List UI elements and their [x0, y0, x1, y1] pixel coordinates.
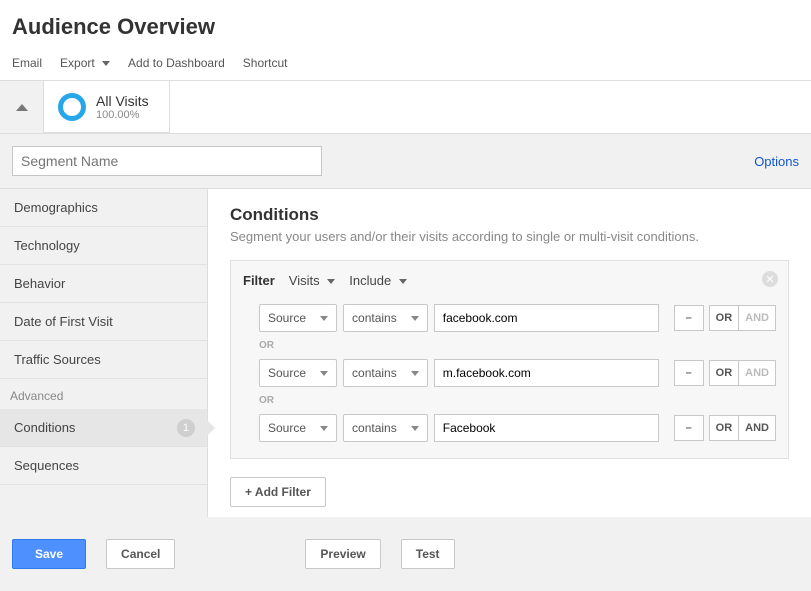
- operator-select[interactable]: contains: [343, 414, 428, 442]
- condition-ops: –ORAND: [674, 415, 776, 441]
- or-separator: OR: [243, 391, 776, 410]
- filter-mode-select[interactable]: Include: [349, 273, 407, 288]
- condition-row: Source contains –ORAND: [243, 410, 776, 446]
- caret-down-icon: [327, 279, 335, 284]
- sidebar-item-technology[interactable]: Technology: [0, 227, 207, 265]
- sidebar-section-advanced: Advanced: [0, 379, 207, 409]
- condition-row: Source contains –ORAND: [243, 300, 776, 336]
- caret-down-icon: [411, 371, 419, 376]
- sidebar-item-conditions[interactable]: Conditions 1: [0, 409, 207, 447]
- filter-mode-value: Include: [349, 273, 391, 288]
- operator-value: contains: [352, 366, 397, 380]
- filter-label: Filter: [243, 273, 275, 288]
- dimension-select[interactable]: Source: [259, 414, 337, 442]
- caret-down-icon: [320, 426, 328, 431]
- operator-value: contains: [352, 421, 397, 435]
- panel-title: Conditions: [230, 205, 789, 225]
- operator-select[interactable]: contains: [343, 304, 428, 332]
- footer-buttons: Save Cancel Preview Test: [0, 517, 811, 591]
- caret-down-icon: [411, 316, 419, 321]
- caret-down-icon: [320, 371, 328, 376]
- remove-condition-button[interactable]: –: [674, 305, 704, 331]
- caret-down-icon: [411, 426, 419, 431]
- dimension-value: Source: [268, 311, 306, 325]
- sidebar-item-demographics[interactable]: Demographics: [0, 189, 207, 227]
- sidebar-item-behavior[interactable]: Behavior: [0, 265, 207, 303]
- filter-head: Filter Visits Include: [243, 271, 776, 300]
- or-separator: OR: [243, 336, 776, 355]
- chevron-up-icon: [16, 104, 28, 111]
- dimension-value: Source: [268, 366, 306, 380]
- filter-scope-select[interactable]: Visits: [289, 273, 335, 288]
- or-button[interactable]: OR: [709, 305, 740, 331]
- segment-name-row: Options: [0, 134, 811, 188]
- sidebar-item-label: Conditions: [14, 420, 75, 435]
- condition-value-input[interactable]: [434, 414, 659, 442]
- caret-down-icon: [399, 279, 407, 284]
- add-filter-button[interactable]: + Add Filter: [230, 477, 326, 507]
- email-link[interactable]: Email: [12, 56, 42, 70]
- export-label: Export: [60, 56, 95, 70]
- operator-select[interactable]: contains: [343, 359, 428, 387]
- add-to-dashboard-link[interactable]: Add to Dashboard: [128, 56, 225, 70]
- condition-value-input[interactable]: [434, 359, 659, 387]
- sidebar-item-date-first-visit[interactable]: Date of First Visit: [0, 303, 207, 341]
- top-toolbar: Email Export Add to Dashboard Shortcut: [0, 50, 811, 81]
- filter-box: ✕ Filter Visits Include Sourcecontains–O…: [230, 260, 789, 459]
- segment-percent: 100.00%: [96, 109, 149, 121]
- save-button[interactable]: Save: [12, 539, 86, 569]
- preview-button[interactable]: Preview: [305, 539, 380, 569]
- remove-condition-button[interactable]: –: [674, 415, 704, 441]
- export-menu[interactable]: Export: [60, 56, 110, 70]
- or-button[interactable]: OR: [709, 360, 740, 386]
- condition-ops: –ORAND: [674, 305, 776, 331]
- shortcut-link[interactable]: Shortcut: [243, 56, 288, 70]
- segment-builder: Options Demographics Technology Behavior…: [0, 134, 811, 591]
- main-panel: Conditions Segment your users and/or the…: [208, 189, 811, 517]
- test-button[interactable]: Test: [401, 539, 455, 569]
- sidebar: Demographics Technology Behavior Date of…: [0, 189, 208, 517]
- condition-row: Source contains –ORAND: [243, 355, 776, 391]
- cancel-button[interactable]: Cancel: [106, 539, 175, 569]
- segment-chip[interactable]: All Visits 100.00%: [44, 81, 170, 133]
- panel-desc: Segment your users and/or their visits a…: [230, 229, 789, 244]
- filter-scope-value: Visits: [289, 273, 320, 288]
- remove-filter-button[interactable]: ✕: [762, 271, 778, 287]
- segment-info: All Visits 100.00%: [96, 93, 149, 121]
- collapse-toggle[interactable]: [0, 81, 44, 133]
- condition-ops: –ORAND: [674, 360, 776, 386]
- segment-header: All Visits 100.00%: [0, 81, 811, 134]
- sidebar-item-traffic-sources[interactable]: Traffic Sources: [0, 341, 207, 379]
- close-icon: ✕: [765, 273, 774, 286]
- caret-down-icon: [320, 316, 328, 321]
- and-button: AND: [738, 305, 776, 331]
- caret-down-icon: [102, 61, 110, 66]
- operator-value: contains: [352, 311, 397, 325]
- or-button[interactable]: OR: [709, 415, 740, 441]
- condition-value-input[interactable]: [434, 304, 659, 332]
- builder: Demographics Technology Behavior Date of…: [0, 188, 811, 517]
- sidebar-item-sequences[interactable]: Sequences: [0, 447, 207, 485]
- dimension-select[interactable]: Source: [259, 304, 337, 332]
- and-button: AND: [738, 360, 776, 386]
- segment-name-input[interactable]: [12, 146, 322, 176]
- page-title: Audience Overview: [0, 0, 811, 50]
- dimension-select[interactable]: Source: [259, 359, 337, 387]
- dimension-value: Source: [268, 421, 306, 435]
- segment-name: All Visits: [96, 93, 149, 109]
- and-button[interactable]: AND: [738, 415, 776, 441]
- segment-circle-icon: [58, 93, 86, 121]
- conditions-count-badge: 1: [177, 419, 195, 437]
- remove-condition-button[interactable]: –: [674, 360, 704, 386]
- options-link[interactable]: Options: [754, 154, 799, 169]
